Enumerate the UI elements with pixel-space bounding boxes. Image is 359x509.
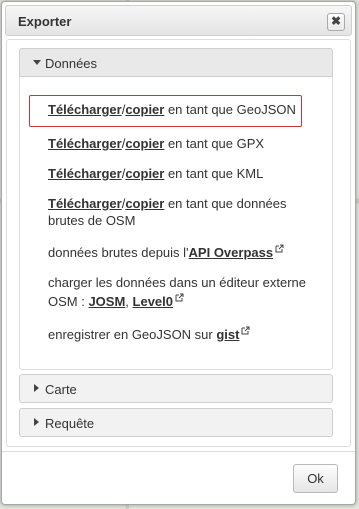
dialog-title: Exporter <box>18 14 72 29</box>
copy-geojson-link[interactable]: copier <box>125 102 164 117</box>
external-link-icon <box>241 326 250 335</box>
close-button[interactable]: ✖ <box>327 13 345 31</box>
josm-link[interactable]: JOSM <box>88 294 125 309</box>
close-icon: ✖ <box>330 14 342 28</box>
geojson-format-text: en tant que GeoJSON <box>164 102 296 117</box>
level0-link[interactable]: Level0 <box>133 294 173 309</box>
export-kml-row: Télécharger/copier en tant que KML <box>48 165 263 182</box>
overpass-api-link[interactable]: API Overpass <box>189 245 274 260</box>
export-geojson-row: Télécharger/copier en tant que GeoJSON <box>48 101 296 118</box>
download-raw-link[interactable]: Télécharger <box>48 196 122 211</box>
gpx-format-text: en tant que GPX <box>164 136 265 151</box>
kml-format-text: en tant que KML <box>164 166 264 181</box>
triangle-right-icon <box>34 384 39 392</box>
accordion-label-requete: Requête <box>45 416 95 431</box>
accordion-header-carte[interactable]: Carte <box>19 374 333 403</box>
external-link-icon <box>275 244 284 253</box>
overpass-prefix: données brutes depuis l' <box>48 245 189 260</box>
download-gpx-link[interactable]: Télécharger <box>48 136 122 151</box>
editor-row-line2: OSM : JOSM, Level0 <box>48 293 184 310</box>
dialog-titlebar: Exporter ✖ <box>5 5 352 36</box>
editor-prefix: OSM : <box>48 294 89 309</box>
gist-link[interactable]: gist <box>216 327 239 342</box>
ok-button[interactable]: Ok <box>293 464 338 493</box>
export-dialog: Exporter ✖ Données Carte Requête Télécha… <box>1 1 356 505</box>
export-raw-row-line2: brutes de OSM <box>48 213 136 228</box>
triangle-down-icon <box>33 60 41 65</box>
gist-prefix: enregistrer en GeoJSON sur <box>48 327 217 342</box>
export-raw-row: Télécharger/copier en tant que données <box>48 195 287 212</box>
editor-row-line1: charger les données dans un éditeur exte… <box>48 275 307 290</box>
copy-kml-link[interactable]: copier <box>125 166 164 181</box>
copy-gpx-link[interactable]: copier <box>125 136 164 151</box>
footer-divider <box>2 451 355 452</box>
accordion-label-donnees: Données <box>45 56 98 71</box>
separator: , <box>125 294 133 309</box>
gist-row: enregistrer en GeoJSON sur gist <box>48 326 250 343</box>
accordion-header-requete[interactable]: Requête <box>19 408 333 437</box>
download-geojson-link[interactable]: Télécharger <box>48 102 122 117</box>
overpass-row: données brutes depuis l'API Overpass <box>48 244 284 261</box>
download-kml-link[interactable]: Télécharger <box>48 166 122 181</box>
triangle-right-icon <box>34 418 39 426</box>
external-link-icon <box>175 293 184 302</box>
accordion-header-donnees[interactable]: Données <box>19 48 333 77</box>
export-gpx-row: Télécharger/copier en tant que GPX <box>48 135 264 152</box>
copy-raw-link[interactable]: copier <box>125 196 164 211</box>
raw-format-text: en tant que données <box>164 196 287 211</box>
accordion-label-carte: Carte <box>45 382 77 397</box>
